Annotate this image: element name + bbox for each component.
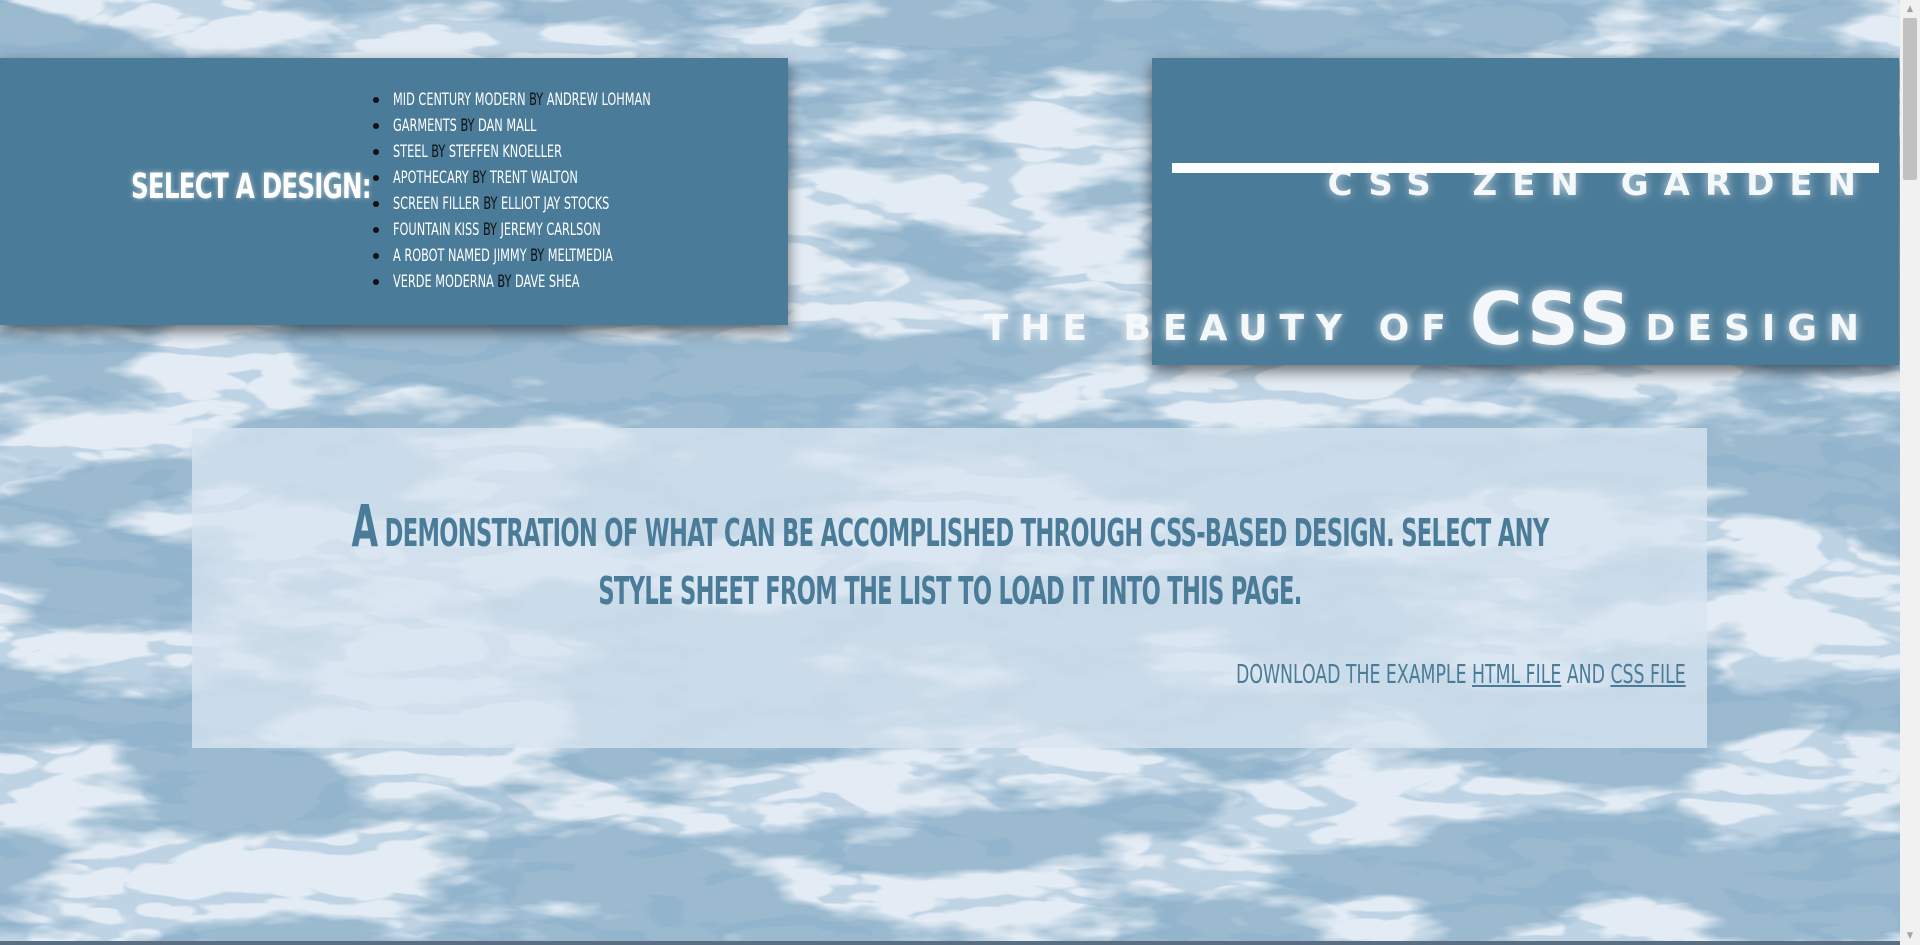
bullet-icon (373, 227, 379, 233)
design-entry: Garments by Dan Mall (393, 115, 536, 137)
download-line: Download the example html file and css f… (1236, 660, 1686, 690)
by-label: by (482, 220, 497, 240)
bullet-icon (373, 149, 379, 155)
download-and: and (1567, 660, 1606, 690)
designer-name-link[interactable]: Steffen Knoeller (449, 142, 562, 162)
design-name-link[interactable]: Apothecary (393, 168, 469, 188)
by-label: by (530, 246, 545, 266)
design-selector-heading: Select a Design: (131, 167, 372, 207)
bullet-icon (373, 97, 379, 103)
design-name-link[interactable]: Screen Filler (393, 194, 480, 214)
tagline-end: Design (1645, 308, 1871, 349)
design-name-link[interactable]: Steel (393, 142, 428, 162)
design-list-item: Screen Filler by Elliot Jay Stocks (368, 193, 741, 219)
scroll-up-arrow-icon[interactable]: ▲ (1900, 0, 1920, 18)
design-entry: Verde Moderna by Dave Shea (393, 271, 580, 293)
intro-summary-text: demonstration of what can be accomplishe… (384, 511, 1550, 613)
design-name-link[interactable]: Garments (393, 116, 457, 136)
design-entry: A Robot Named Jimmy by meltmedia (393, 245, 613, 267)
bullet-icon (373, 201, 379, 207)
designer-name-link[interactable]: meltmedia (548, 246, 613, 266)
design-entry: Steel by Steffen Knoeller (393, 141, 562, 163)
design-name-link[interactable]: Fountain Kiss (393, 220, 479, 240)
design-list-item: Steel by Steffen Knoeller (368, 141, 741, 167)
design-list-item: A Robot Named Jimmy by meltmedia (368, 245, 741, 271)
tagline-emphasis: CSS (1469, 277, 1634, 361)
by-label: by (460, 116, 475, 136)
design-list-item: Verde Moderna by Dave Shea (368, 271, 741, 297)
scroll-down-arrow-icon[interactable]: ▼ (1900, 927, 1920, 945)
html-file-link[interactable]: html file (1472, 660, 1561, 690)
by-label: by (529, 90, 544, 110)
design-name-link[interactable]: Mid Century Modern (393, 90, 526, 110)
bullet-icon (373, 175, 379, 181)
bullet-icon (373, 253, 379, 259)
design-list: Mid Century Modern by Andrew Lohman Garme… (368, 89, 741, 297)
design-list-item: Garments by Dan Mall (368, 115, 741, 141)
scrollbar-thumb[interactable] (1903, 18, 1917, 180)
download-prefix: Download the example (1236, 660, 1467, 690)
bullet-icon (373, 279, 379, 285)
designer-name-link[interactable]: Elliot Jay Stocks (501, 194, 609, 214)
by-label: by (472, 168, 487, 188)
design-list-item: Apothecary by Trent Walton (368, 167, 741, 193)
design-entry: Screen Filler by Elliot Jay Stocks (393, 193, 609, 215)
designer-name-link[interactable]: Trent Walton (490, 168, 578, 188)
by-label: by (497, 272, 512, 292)
design-entry: Apothecary by Trent Walton (393, 167, 578, 189)
intro-drop-letter: A (351, 492, 378, 560)
designer-name-link[interactable]: Dave Shea (515, 272, 580, 292)
design-entry: Fountain Kiss by Jeremy Carlson (393, 219, 601, 241)
css-file-link[interactable]: css file (1611, 660, 1686, 690)
vertical-scrollbar[interactable]: ▲ ▼ (1900, 0, 1920, 945)
site-tagline: The Beauty of CSS Design (983, 273, 1871, 361)
bottom-edge (0, 941, 1900, 945)
tagline-start: The Beauty of (983, 308, 1458, 349)
by-label: by (431, 142, 446, 162)
designer-name-link[interactable]: Dan Mall (478, 116, 536, 136)
title-divider (1172, 163, 1879, 173)
designer-name-link[interactable]: Andrew Lohman (547, 90, 651, 110)
design-list-item: Mid Century Modern by Andrew Lohman (368, 89, 741, 115)
design-name-link[interactable]: Verde Moderna (393, 272, 494, 292)
bullet-icon (373, 123, 379, 129)
design-list-item: Fountain Kiss by Jeremy Carlson (368, 219, 741, 245)
intro-summary: A demonstration of what can be accomplis… (228, 497, 1672, 620)
by-label: by (483, 194, 498, 214)
design-name-link[interactable]: A Robot Named Jimmy (393, 246, 527, 266)
design-entry: Mid Century Modern by Andrew Lohman (393, 89, 651, 111)
designer-name-link[interactable]: Jeremy Carlson (501, 220, 601, 240)
header-panel: CSS Zen Garden The Beauty of CSS Design (984, 58, 1899, 365)
